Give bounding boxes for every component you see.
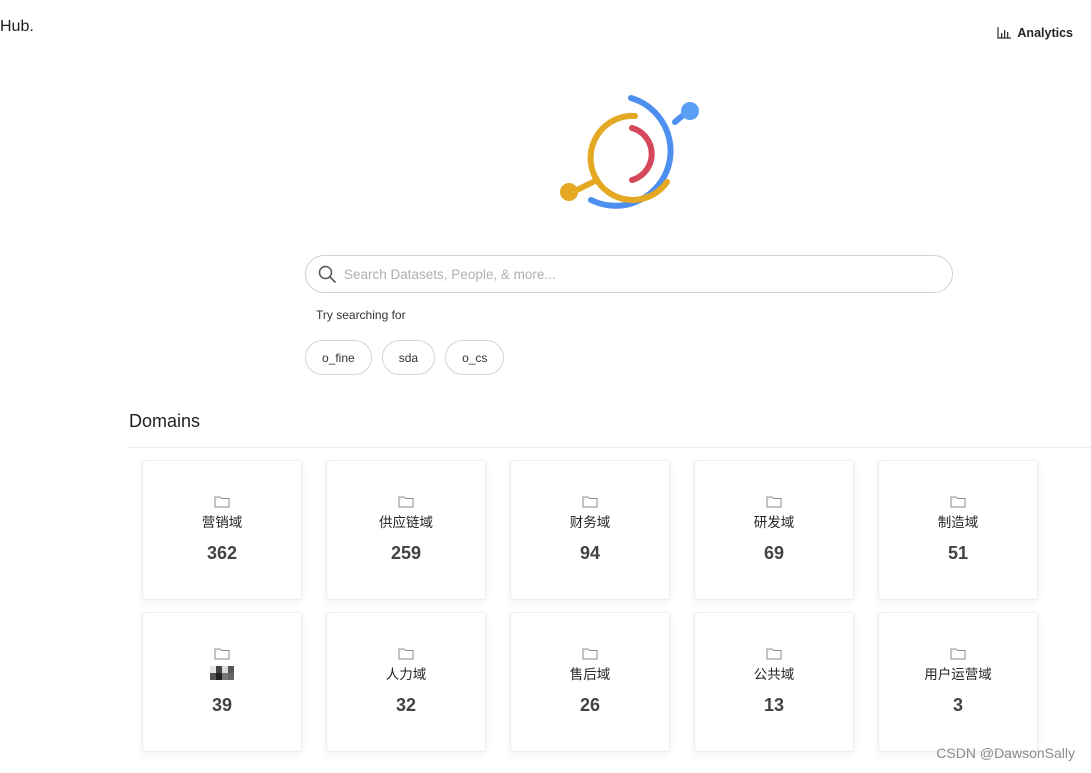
domain-name: 人力域 [385,667,427,682]
search-icon [318,265,336,283]
domain-name-obscured [209,666,235,684]
folder-icon [950,647,966,661]
domain-count: 13 [763,695,785,715]
suggestion-chip-o-fine[interactable]: o_fine [305,340,372,375]
domain-card[interactable]: 营销域 362 [142,460,302,600]
app-logo [555,92,705,222]
domain-count: 32 [395,695,417,715]
suggestion-chips: o_fine sda o_cs [305,340,505,375]
domains-divider [129,447,1091,448]
domain-count: 69 [763,543,785,563]
domain-name: 供应链域 [379,515,433,530]
folder-icon [766,647,782,661]
domain-count: 362 [206,543,238,563]
domain-card[interactable]: 制造域 51 [878,460,1038,600]
domain-count: 3 [952,695,963,715]
folder-icon [214,495,230,509]
domain-count: 51 [947,543,969,563]
analytics-label: Analytics [1017,26,1073,40]
domain-card[interactable]: 供应链域 259 [326,460,486,600]
folder-icon [582,647,598,661]
domain-card[interactable]: 用户运营域 3 [878,612,1038,752]
analytics-link[interactable]: Analytics [997,26,1073,40]
bar-chart-icon [997,27,1012,39]
suggestion-chip-sda[interactable]: sda [381,340,436,375]
domain-count: 39 [211,695,233,715]
pixelated-mosaic [210,666,234,680]
folder-icon [214,647,230,661]
domains-heading: Domains [129,411,201,431]
domain-card[interactable]: 研发域 69 [694,460,854,600]
domain-count: 26 [579,695,601,715]
domains-grid: 营销域 362 供应链域 259 财务域 94 研发域 69 制造域 51 39… [142,460,1038,752]
folder-icon [766,495,782,509]
watermark: CSDN @DawsonSally [936,745,1075,761]
domain-name: 售后域 [569,667,611,682]
search-input[interactable] [342,265,952,283]
domain-card[interactable]: 财务域 94 [510,460,670,600]
domain-name: 研发域 [753,515,795,530]
domain-card[interactable]: 公共域 13 [694,612,854,752]
domain-name: 用户运营域 [924,667,992,682]
suggestions-label: Try searching for [316,308,406,322]
folder-icon [950,495,966,509]
domain-card[interactable]: 人力域 32 [326,612,486,752]
folder-icon [398,495,414,509]
domain-count: 94 [579,543,601,563]
domain-card[interactable]: 39 [142,612,302,752]
domain-name: 公共域 [753,667,795,682]
domain-name: 营销域 [201,515,243,530]
domain-count: 259 [390,543,422,563]
domain-card[interactable]: 售后域 26 [510,612,670,752]
folder-icon [398,647,414,661]
domain-name: 财务域 [569,515,611,530]
search-bar[interactable] [305,255,953,293]
folder-icon [582,495,598,509]
domain-name: 制造域 [937,515,979,530]
brand-title[interactable]: Hub. [0,18,34,36]
page: Hub. Analytics Search Datasets, People, … [0,0,1091,773]
suggestion-chip-o-cs[interactable]: o_cs [445,340,505,375]
